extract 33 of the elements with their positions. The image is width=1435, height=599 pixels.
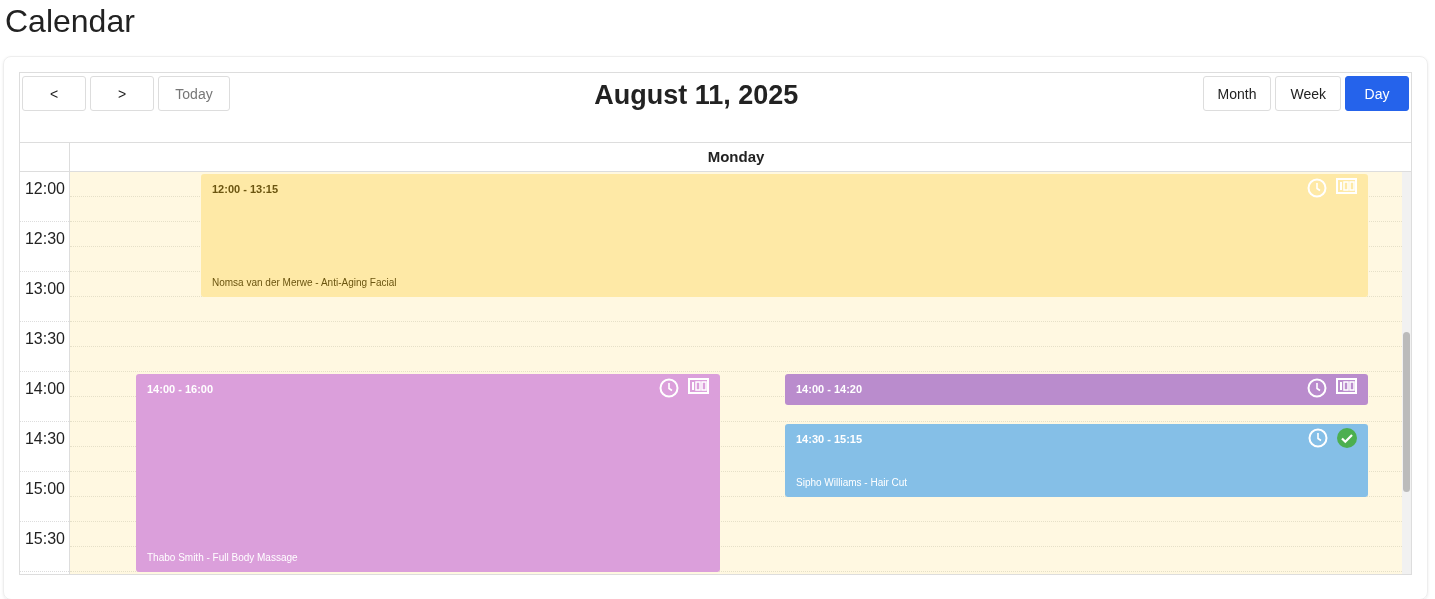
event-title: Thabo Smith - Full Body Massage — [147, 552, 299, 563]
clock-icon — [1307, 178, 1327, 198]
time-label: 15:30 — [24, 530, 65, 549]
meter-icon — [1336, 378, 1357, 394]
event-title: Sipho Williams - Hair Cut — [796, 477, 909, 488]
event-title: Nomsa van der Merwe - Anti-Aging Facial — [212, 277, 398, 288]
view-tab[interactable]: Day — [1345, 76, 1409, 111]
time-label: 14:00 — [24, 380, 65, 399]
time-label: 12:30 — [24, 230, 65, 249]
event-block[interactable]: 12:00 - 13:15 Nomsa van der Merwe - Anti-Aging Facial — [201, 174, 1368, 297]
event-time: 14:00 - 16:00 — [147, 383, 214, 395]
time-label: 14:30 — [24, 430, 65, 449]
clock-icon — [1308, 428, 1328, 448]
previous-button[interactable]: < — [22, 76, 86, 111]
meter-icon — [1336, 178, 1357, 194]
clock-icon — [659, 378, 679, 398]
page-title: Calendar — [5, 2, 136, 40]
meter-icon — [688, 378, 709, 394]
view-tab[interactable]: Month — [1202, 76, 1272, 111]
today-button[interactable]: Today — [158, 76, 230, 111]
clock-icon — [1307, 378, 1327, 398]
next-button[interactable]: > — [90, 76, 154, 111]
event-time: 14:30 - 15:15 — [796, 433, 863, 445]
day-header: Monday — [706, 147, 766, 167]
event-time: 14:00 - 14:20 — [796, 383, 863, 395]
time-label: 13:30 — [24, 330, 65, 349]
date-title: August 11, 2025 — [594, 80, 799, 111]
time-label: 13:00 — [24, 280, 65, 299]
scrollbar[interactable] — [1402, 172, 1411, 574]
event-time: 12:00 - 13:15 — [212, 183, 279, 195]
time-label: 12:00 — [24, 180, 65, 199]
time-label: 15:00 — [24, 480, 65, 499]
view-tab[interactable]: Week — [1275, 76, 1341, 111]
